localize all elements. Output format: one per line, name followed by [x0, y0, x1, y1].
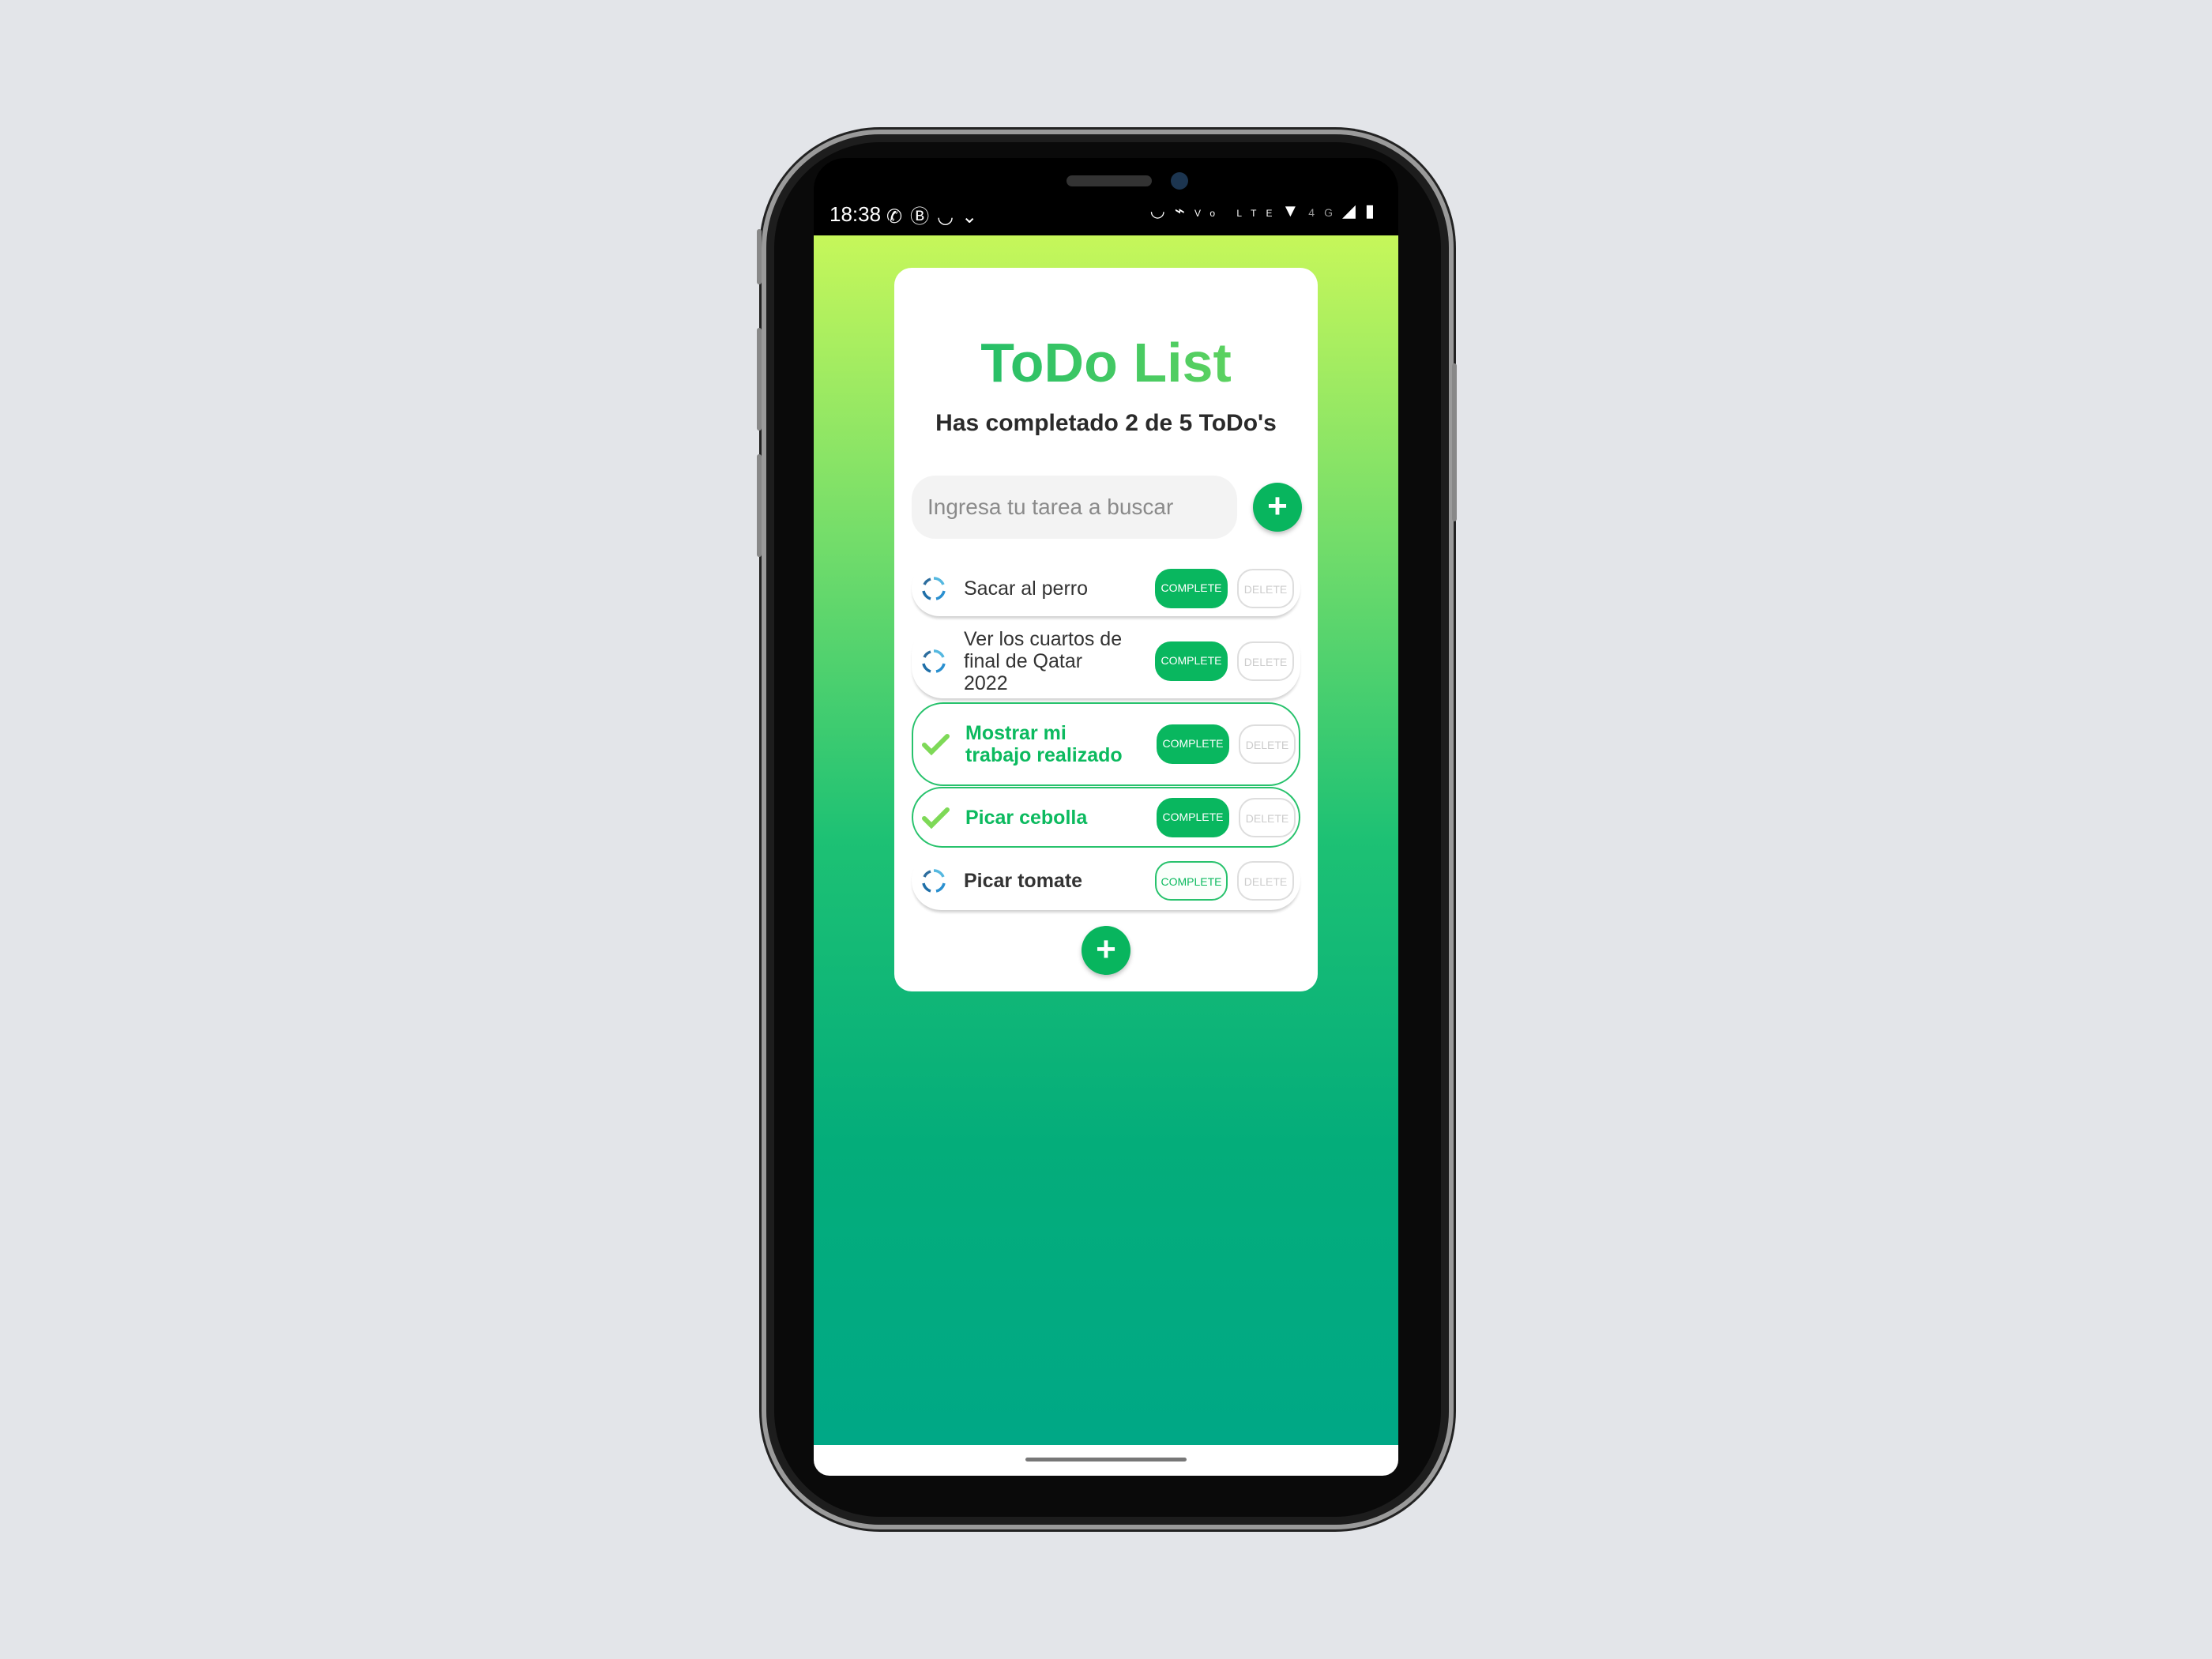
battery-icon: ▮: [1364, 201, 1384, 220]
complete-button[interactable]: COMPLETE: [1157, 797, 1229, 837]
network-type: 4G: [1308, 206, 1342, 219]
todo-text: Picar tomate: [964, 869, 1083, 892]
todo-item: Picar cebolla COMPLETE DELETE: [912, 787, 1300, 848]
alarm-icon: ◡: [1149, 201, 1175, 220]
delete-button[interactable]: DELETE: [1237, 641, 1294, 681]
notification-icons: ✆Ⓑ◡⌄: [886, 201, 985, 228]
status-bar: 18:38 ✆Ⓑ◡⌄ ◡⌁Vo LTE▼4G◢▮: [814, 158, 1398, 235]
system-icons: ◡⌁Vo LTE▼4G◢▮: [1150, 201, 1384, 221]
add-todo-bottom-button[interactable]: +: [1082, 926, 1130, 975]
todo-item: Picar tomate COMPLETE DELETE: [912, 851, 1300, 910]
todo-text: Mostrar mi trabajo realizado: [965, 722, 1123, 766]
page-title: ToDo List: [894, 331, 1318, 394]
speaker: [1066, 175, 1152, 186]
complete-button[interactable]: COMPLETE: [1155, 568, 1228, 608]
whatsapp-icon: ✆: [886, 206, 911, 228]
sync-icon: [920, 574, 948, 603]
front-camera: [1171, 172, 1188, 190]
signal-icon: ◢: [1341, 201, 1365, 220]
complete-button[interactable]: COMPLETE: [1157, 724, 1229, 764]
volte-icon: Vo LTE: [1194, 208, 1282, 219]
status-time: 18:38: [830, 202, 882, 226]
phone-screen: 18:38 ✆Ⓑ◡⌄ ◡⌁Vo LTE▼4G◢▮ ToDo List Has c…: [814, 158, 1398, 1476]
delete-button[interactable]: DELETE: [1237, 860, 1294, 901]
sync-icon: [920, 647, 948, 675]
add-todo-button[interactable]: +: [1253, 483, 1302, 532]
delete-button[interactable]: DELETE: [1239, 797, 1296, 837]
todo-text: Ver los cuartos de final de Qatar 2022: [964, 627, 1123, 694]
complete-button[interactable]: COMPLETE: [1155, 641, 1228, 681]
todo-counter: Has completado 2 de 5 ToDo's: [935, 410, 1277, 436]
check-icon: [921, 803, 950, 832]
phone-volume-up: [757, 328, 762, 431]
todo-text: Sacar al perro: [964, 577, 1089, 600]
check-icon: [921, 730, 950, 758]
download-icon: ⌄: [961, 206, 986, 228]
whatsapp-business-icon: Ⓑ: [910, 206, 938, 228]
todo-card: ToDo List Has completado 2 de 5 ToDo's +…: [894, 268, 1318, 991]
delete-button[interactable]: DELETE: [1239, 724, 1296, 764]
bluetooth-icon: ⌁: [1174, 201, 1195, 220]
phone-power-button: [1452, 363, 1457, 521]
notification-icon: ◡: [937, 206, 962, 228]
app-background: ToDo List Has completado 2 de 5 ToDo's +…: [814, 235, 1398, 1445]
search-input[interactable]: [912, 476, 1237, 539]
todo-item: Sacar al perro COMPLETE DELETE: [912, 560, 1300, 616]
wifi-icon: ▼: [1281, 201, 1309, 220]
phone-volume-down: [757, 454, 762, 557]
phone-side-button: [757, 229, 762, 284]
todo-item: Ver los cuartos de final de Qatar 2022 C…: [912, 623, 1300, 698]
delete-button[interactable]: DELETE: [1237, 568, 1294, 608]
complete-button[interactable]: COMPLETE: [1155, 860, 1228, 901]
sync-icon: [920, 867, 948, 895]
todo-text: Picar cebolla: [965, 806, 1088, 829]
navigation-bar: [814, 1445, 1398, 1476]
todo-item: Mostrar mi trabajo realizado COMPLETE DE…: [912, 702, 1300, 786]
home-handle[interactable]: [1025, 1458, 1187, 1462]
